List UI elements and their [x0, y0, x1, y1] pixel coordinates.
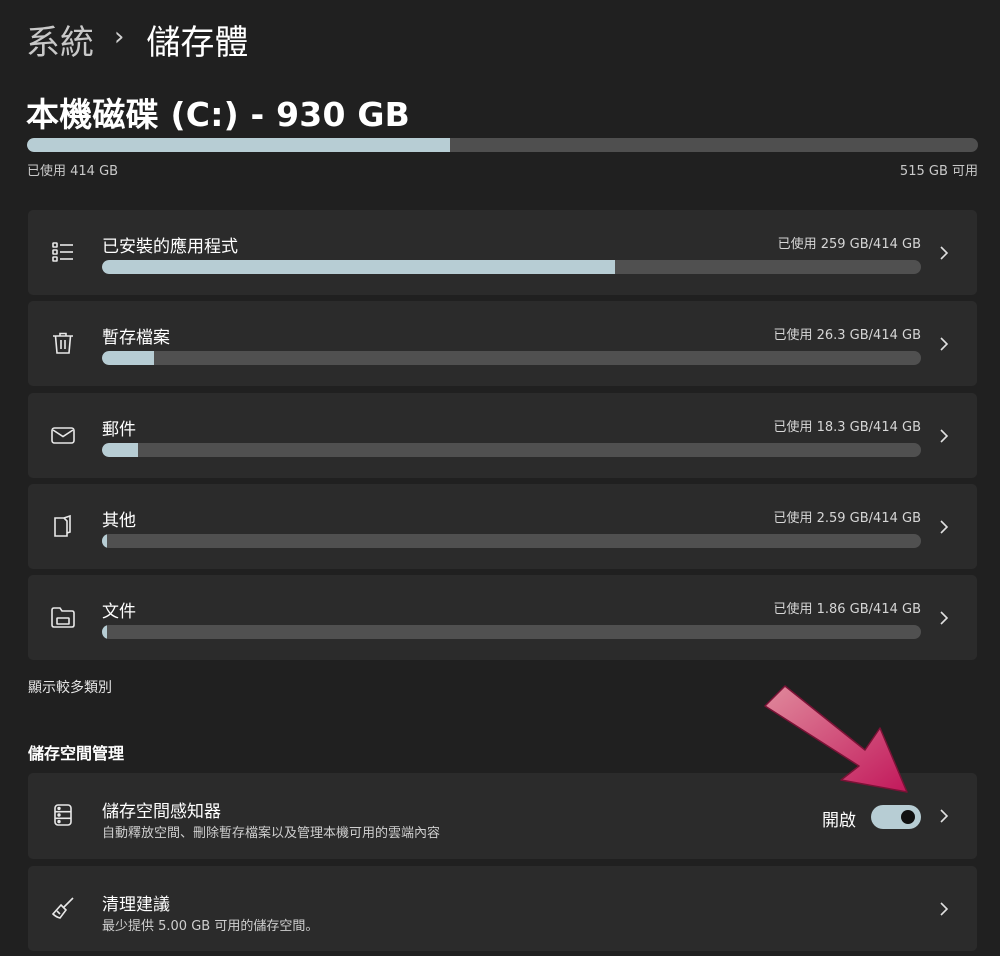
cleanup-description: 最少提供 5.00 GB 可用的儲存空間。 — [102, 919, 319, 934]
mail-icon — [50, 422, 76, 448]
category-usage-bar — [102, 443, 921, 457]
chevron-right-icon — [937, 336, 951, 352]
storage-sense-title: 儲存空間感知器 — [102, 802, 221, 822]
trash-icon — [50, 330, 76, 356]
category-usage-bar-fill — [102, 443, 139, 457]
category-card-mail[interactable]: 郵件 已使用 18.3 GB/414 GB — [28, 393, 977, 478]
drive-usage-bar-fill — [27, 138, 451, 152]
toggle-knob — [901, 810, 915, 824]
list-icon — [50, 239, 76, 265]
drive-title: 本機磁碟 (C:) - 930 GB — [26, 95, 410, 134]
category-title: 文件 — [102, 602, 136, 622]
cleanup-title: 清理建議 — [102, 895, 170, 915]
category-usage: 已使用 18.3 GB/414 GB — [773, 420, 921, 435]
chevron-right-icon — [937, 245, 951, 261]
drive-used-label: 已使用 414 GB — [27, 164, 119, 179]
category-card-apps[interactable]: 已安裝的應用程式 已使用 259 GB/414 GB — [28, 210, 977, 295]
breadcrumb: 系統 › 儲存體 — [26, 14, 248, 64]
category-usage-bar-fill — [102, 625, 107, 639]
chevron-right-icon — [937, 519, 951, 535]
storage-management-heading: 儲存空間管理 — [28, 744, 125, 763]
chevron-right-icon — [937, 901, 951, 917]
document-icon — [50, 513, 76, 539]
folder-icon — [50, 604, 76, 630]
storage-sense-description: 自動釋放空間、刪除暫存檔案以及管理本機可用的雲端內容 — [102, 826, 441, 841]
cleanup-recommendations-card[interactable]: 清理建議 最少提供 5.00 GB 可用的儲存空間。 — [28, 866, 977, 951]
storage-icon — [50, 802, 76, 828]
drive-usage-bar — [27, 138, 978, 152]
category-card-temp-files[interactable]: 暫存檔案 已使用 26.3 GB/414 GB — [28, 301, 977, 386]
category-usage-bar — [102, 625, 921, 639]
chevron-right-icon — [937, 428, 951, 444]
category-usage-bar-fill — [102, 534, 107, 548]
show-more-categories-link[interactable]: 顯示較多類別 — [28, 677, 112, 697]
category-title: 已安裝的應用程式 — [102, 237, 238, 257]
chevron-right-icon — [937, 610, 951, 626]
broom-icon — [50, 895, 76, 921]
category-usage: 已使用 2.59 GB/414 GB — [773, 511, 921, 526]
category-usage: 已使用 26.3 GB/414 GB — [773, 328, 921, 343]
category-title: 其他 — [102, 511, 136, 531]
category-usage-bar — [102, 260, 921, 274]
category-usage-bar — [102, 534, 921, 548]
breadcrumb-system-link[interactable]: 系統 — [26, 15, 94, 64]
page-title: 儲存體 — [146, 22, 249, 63]
storage-sense-card[interactable]: 儲存空間感知器 自動釋放空間、刪除暫存檔案以及管理本機可用的雲端內容 開啟 — [28, 773, 977, 859]
drive-free-label: 515 GB 可用 — [899, 164, 978, 179]
category-usage-bar-fill — [102, 351, 155, 365]
category-usage: 已使用 259 GB/414 GB — [777, 237, 921, 252]
storage-sense-toggle-label: 開啟 — [822, 811, 856, 831]
chevron-right-icon — [937, 808, 951, 824]
category-usage-bar-fill — [102, 260, 615, 274]
category-card-other[interactable]: 其他 已使用 2.59 GB/414 GB — [28, 484, 977, 569]
category-title: 郵件 — [102, 420, 136, 440]
category-usage-bar — [102, 351, 921, 365]
category-usage: 已使用 1.86 GB/414 GB — [773, 602, 921, 617]
category-title: 暫存檔案 — [102, 328, 170, 348]
category-card-documents[interactable]: 文件 已使用 1.86 GB/414 GB — [28, 575, 977, 660]
breadcrumb-separator-icon: › — [114, 22, 125, 52]
storage-sense-toggle[interactable] — [871, 805, 921, 829]
